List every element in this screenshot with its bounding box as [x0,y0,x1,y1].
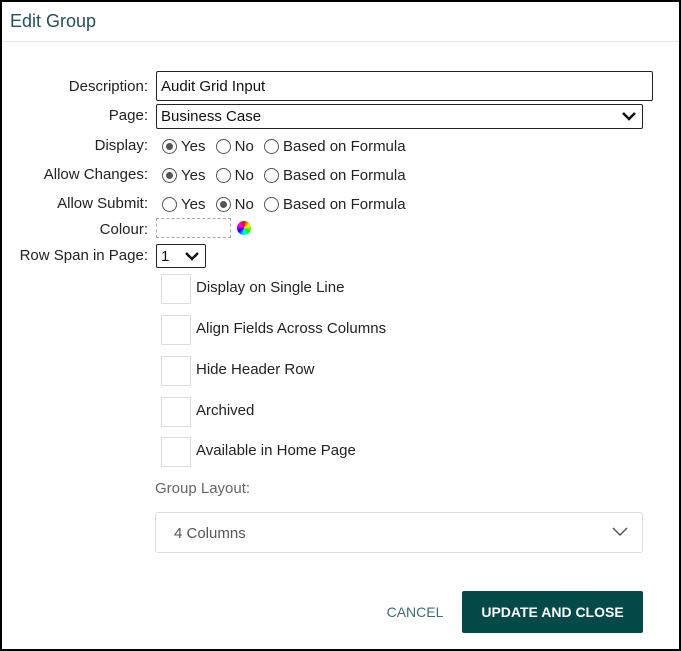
checkbox[interactable] [161,356,191,386]
description-label: Description: [68,78,148,95]
checkbox-label: Hide Header Row [196,361,315,378]
checkbox-label: Align Fields Across Columns [196,320,387,337]
checkbox[interactable] [161,315,191,345]
checkbox-label: Display on Single Line [196,279,345,296]
radio-unchecked-icon [215,167,231,183]
display-option-formula[interactable]: Based on Formula [264,135,406,157]
description-input[interactable] [156,71,653,101]
radio-unchecked-icon [264,196,280,212]
group-layout-label: Group Layout: [155,480,251,497]
dialog-header: Edit Group [2,2,679,42]
radio-unchecked-icon [162,196,177,212]
page-select[interactable]: Business Case [156,104,643,129]
radio-unchecked-icon [264,167,280,183]
allow-submit-option-yes[interactable]: Yes [162,193,205,215]
edit-group-dialog: Edit Group Description: Page: Business C… [0,0,681,651]
radio-unchecked-icon [215,138,231,154]
allow-submit-option-formula[interactable]: Based on Formula [264,193,406,215]
allow-submit-radio-group: Yes No Based on Formula [162,193,412,215]
group-layout-select[interactable]: 4 Columns [155,512,643,553]
row-span-select[interactable]: 1 [156,244,206,268]
display-option-no[interactable]: No [215,135,254,157]
row-span-label: Row Span in Page: [19,247,148,264]
allow-changes-label: Allow Changes: [43,166,148,183]
allow-changes-radio-group: Yes No Based on Formula [162,164,412,186]
checkbox[interactable] [161,397,191,427]
update-and-close-button[interactable]: UPDATE AND CLOSE [462,591,643,633]
checkbox-label: Available in Home Page [196,442,356,459]
allow-changes-option-formula[interactable]: Based on Formula [264,164,406,186]
colour-input[interactable] [156,218,231,238]
allow-submit-label: Allow Submit: [57,195,148,212]
group-layout-value: 4 Columns [174,525,246,542]
checkbox[interactable] [161,437,191,467]
checkbox-label: Archived [196,402,255,419]
allow-submit-option-no[interactable]: No [215,193,254,215]
row-span-value: 1 [161,248,170,265]
radio-checked-icon [215,196,231,212]
display-label: Display: [94,137,148,154]
allow-changes-option-yes[interactable]: Yes [162,164,205,186]
checkbox[interactable] [161,274,191,304]
allow-changes-option-no[interactable]: No [215,164,254,186]
cancel-button[interactable]: CANCEL [372,592,458,632]
colour-wheel-icon[interactable] [237,221,251,235]
page-select-value: Business Case [161,108,262,125]
chevron-down-icon [612,527,628,537]
chevron-down-icon [622,112,636,121]
chevron-down-icon [185,252,199,261]
dialog-title: Edit Group [10,11,97,31]
colour-label: Colour: [99,221,148,238]
display-option-yes[interactable]: Yes [162,135,205,157]
radio-checked-icon [162,138,177,154]
page-label: Page: [108,107,148,124]
display-radio-group: Yes No Based on Formula [162,135,412,157]
radio-checked-icon [162,167,177,183]
radio-unchecked-icon [264,138,280,154]
